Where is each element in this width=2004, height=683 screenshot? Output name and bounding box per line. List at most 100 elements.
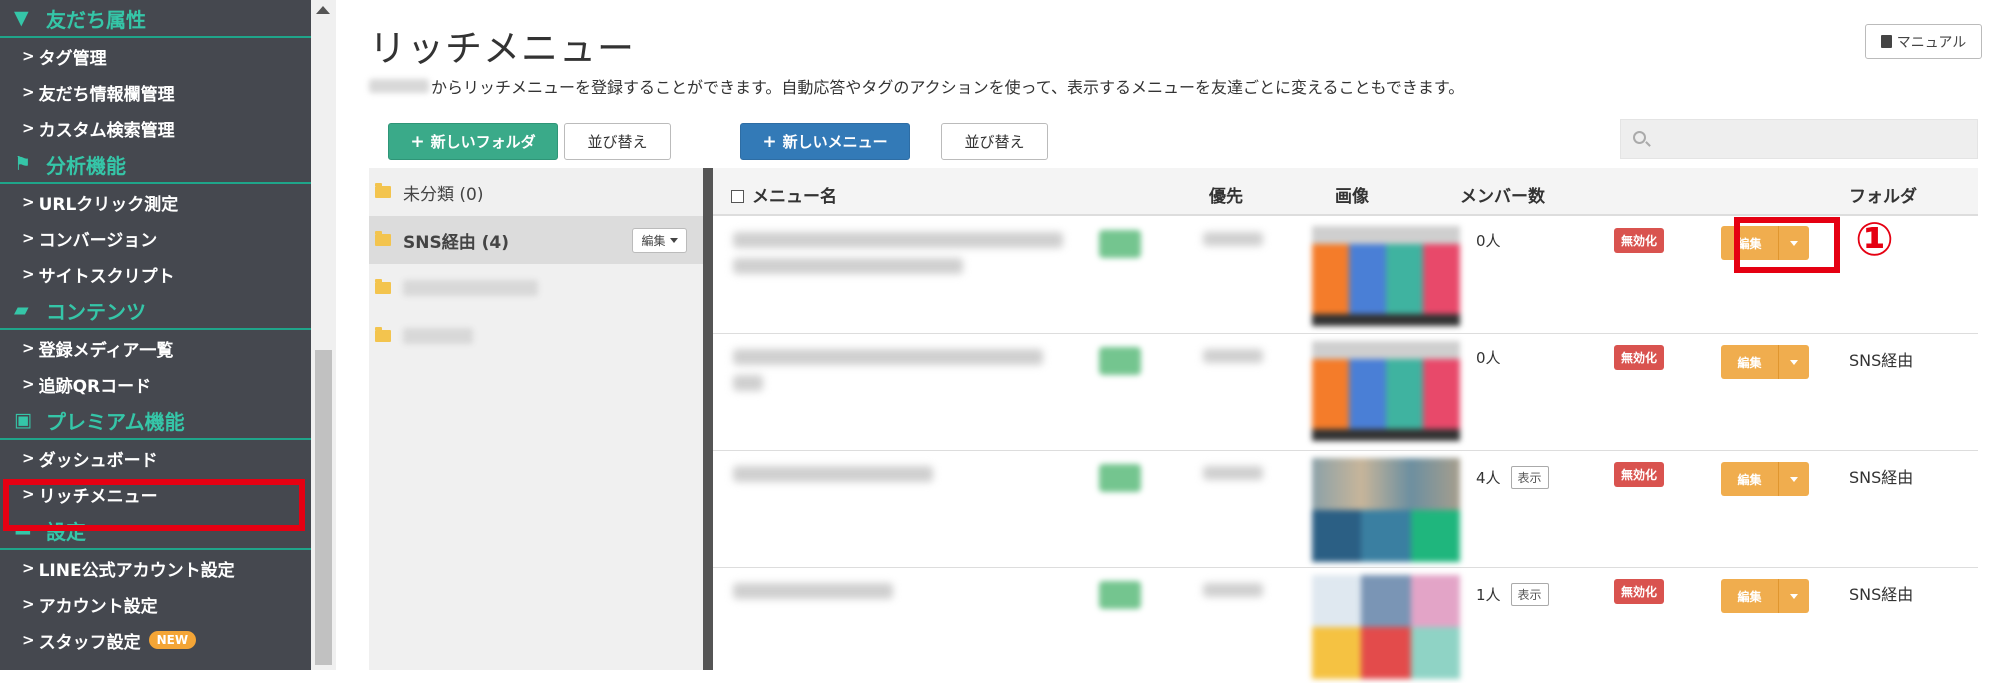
redacted-menu-name (733, 258, 963, 274)
redacted-menu-name (733, 349, 1043, 365)
panel-divider[interactable] (703, 168, 713, 670)
sidebar-item-qr-code[interactable]: > 追跡QRコード (0, 366, 311, 402)
folder-open-icon (375, 231, 391, 246)
sidebar-section-label: 分析機能 (46, 153, 126, 178)
folder-item-redacted[interactable] (369, 264, 704, 312)
sidebar-item-dashboard[interactable]: > ダッシュボード (0, 440, 311, 476)
chevron-right-icon: > (22, 47, 35, 65)
chevron-right-icon: > (22, 229, 35, 247)
header-name: メニュー名 (731, 182, 837, 207)
book-icon (1880, 35, 1892, 48)
disable-badge[interactable]: 無効化 (1614, 462, 1665, 487)
folder-edit-label: 編集 (641, 234, 666, 248)
chevron-right-icon: > (22, 193, 35, 211)
manual-button[interactable]: マニュアル (1865, 24, 1982, 59)
new-menu-button[interactable]: + 新しいメニュー (740, 123, 910, 160)
sidebar-section-friend-attributes[interactable]: ▼ 友だち属性 (0, 0, 311, 38)
redacted-folder-name (403, 328, 473, 344)
search-input[interactable] (1620, 119, 1978, 159)
chevron-right-icon: > (22, 339, 35, 357)
sidebar-section-analytics[interactable]: ⚑ 分析機能 (0, 146, 311, 184)
folder-sort-button[interactable]: 並び替え (564, 123, 671, 160)
folder-edit-button[interactable]: 編集 (632, 228, 687, 253)
sidebar-section-premium[interactable]: ▣ プレミアム機能 (0, 402, 311, 440)
show-members-button[interactable]: 表示 (1510, 466, 1549, 489)
edit-dropdown-button[interactable]: 編集 (1721, 579, 1809, 613)
sidebar-item-url-click[interactable]: > URLクリック測定 (0, 184, 311, 220)
sidebar-item-label: スタッフ設定 (38, 632, 141, 653)
member-count-cell: 1人 表示 (1476, 583, 1549, 606)
sidebar-item-label: サイトスクリプト (38, 266, 175, 287)
new-badge: NEW (148, 631, 197, 649)
step-number-annotation: ① (1855, 212, 1894, 266)
sidebar-item-site-script[interactable]: > サイトスクリプト (0, 256, 311, 292)
scrollbar-thumb[interactable] (315, 350, 332, 665)
new-folder-button[interactable]: + 新しいフォルダ (388, 123, 558, 160)
header-priority: 優先 (1209, 187, 1243, 207)
menu-thumbnail (1312, 458, 1460, 562)
folder-open-icon: ▰ (14, 299, 29, 321)
disable-badge[interactable]: 無効化 (1614, 345, 1665, 370)
edit-dropdown-button[interactable]: 編集 (1721, 345, 1809, 379)
table-row: 4人 表示 無効化 編集 SNS経由 (713, 452, 1978, 568)
edit-caret-button[interactable] (1779, 462, 1809, 496)
sidebar-section-label: 友だち属性 (46, 7, 146, 32)
edit-button[interactable]: 編集 (1721, 579, 1779, 613)
sidebar-item-tag-management[interactable]: > タグ管理 (0, 38, 311, 74)
sidebar: ▼ 友だち属性 > タグ管理 > 友だち情報欄管理 > カスタム検索管理 ⚑ 分析機能… (0, 0, 311, 670)
folder-sort-label: 並び替え (587, 133, 648, 151)
header-image: 画像 (1335, 187, 1369, 207)
edit-caret-button[interactable] (1779, 345, 1809, 379)
caret-down-icon (1790, 593, 1798, 599)
show-members-button[interactable]: 表示 (1510, 583, 1549, 606)
sidebar-section-contents[interactable]: ▰ コンテンツ (0, 292, 311, 330)
plus-icon: + (762, 131, 777, 152)
manual-button-label: マニュアル (1896, 34, 1967, 51)
folder-item-sns[interactable]: SNS経由 (4) 編集 (369, 216, 704, 264)
disable-badge[interactable]: 無効化 (1614, 579, 1665, 604)
menu-sort-button[interactable]: 並び替え (941, 123, 1048, 160)
sidebar-item-label: 友だち情報欄管理 (38, 84, 175, 105)
edit-button[interactable]: 編集 (1721, 345, 1779, 379)
sidebar-item-media-list[interactable]: > 登録メディア一覧 (0, 330, 311, 366)
edit-dropdown-button[interactable]: 編集 (1721, 462, 1809, 496)
sidebar-item-label: 登録メディア一覧 (38, 340, 174, 361)
disable-badge[interactable]: 無効化 (1614, 228, 1665, 253)
redacted-menu-name (733, 375, 763, 391)
folder-cell: SNS経由 (1849, 351, 1914, 370)
sidebar-section-label: コンテンツ (46, 299, 146, 324)
edit-caret-button[interactable] (1779, 579, 1809, 613)
sidebar-item-friend-info[interactable]: > 友だち情報欄管理 (0, 74, 311, 110)
redacted-menu-name (733, 583, 893, 599)
sidebar-item-label: URLクリック測定 (38, 194, 179, 215)
folder-icon (375, 183, 391, 198)
edit-button[interactable]: 編集 (1721, 462, 1779, 496)
sidebar-item-account-settings[interactable]: > アカウント設定 (0, 586, 311, 622)
scroll-up-arrow-icon[interactable] (316, 6, 330, 14)
sidebar-scrollbar[interactable] (311, 0, 336, 670)
folder-item-uncategorized[interactable]: 未分類 (0) (369, 168, 704, 216)
sidebar-item-line-settings[interactable]: > LINE公式アカウント設定 (0, 550, 311, 586)
sidebar-section-label: プレミアム機能 (46, 409, 185, 434)
redacted-menu-name (733, 466, 933, 482)
search-icon (1633, 131, 1646, 144)
sidebar-item-label: タグ管理 (38, 48, 107, 69)
sidebar-item-conversion[interactable]: > コンバージョン (0, 220, 311, 256)
sidebar-item-staff-settings[interactable]: > スタッフ設定 NEW (0, 622, 311, 658)
folder-icon (375, 279, 391, 294)
chevron-right-icon: > (22, 375, 35, 393)
filter-icon: ▼ (14, 7, 29, 29)
edit-button-highlight-box (1734, 217, 1840, 273)
folder-cell: SNS経由 (1849, 585, 1914, 604)
sidebar-item-custom-search[interactable]: > カスタム検索管理 (0, 110, 311, 146)
folder-cell: SNS経由 (1849, 468, 1914, 487)
redacted-priority (1203, 232, 1263, 246)
select-all-checkbox[interactable] (731, 190, 744, 203)
folder-item-redacted[interactable] (369, 312, 704, 360)
status-indicator (1099, 347, 1141, 375)
sidebar-item-label: コンバージョン (38, 230, 158, 251)
sidebar-item-label: カスタム検索管理 (38, 120, 175, 141)
rich-menu-highlight-box (3, 479, 305, 531)
redacted-priority (1203, 583, 1263, 597)
member-count-cell: 4人 表示 (1476, 466, 1549, 489)
